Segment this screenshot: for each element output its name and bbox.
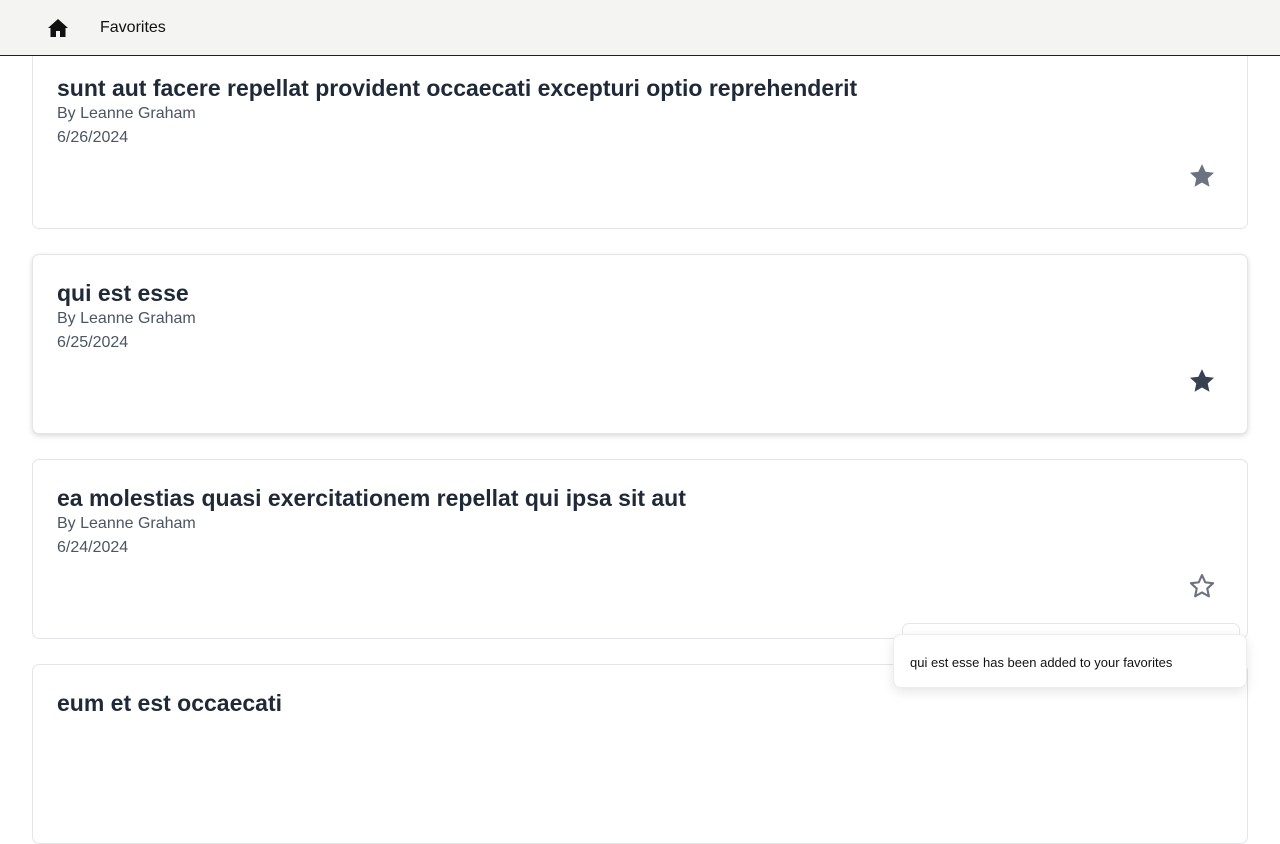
post-card: qui est esse By Leanne Graham 6/25/2024 <box>32 254 1248 434</box>
post-author: By Leanne Graham <box>57 515 196 532</box>
post-title: ea molestias quasi exercitationem repell… <box>57 485 686 511</box>
toast-message: qui est esse has been added to your favo… <box>910 655 1173 670</box>
navbar: Favorites <box>0 0 1280 56</box>
favorites-link[interactable]: Favorites <box>100 19 166 37</box>
post-title: qui est esse <box>57 280 189 306</box>
favorite-button[interactable] <box>1188 367 1216 395</box>
post-card: ea molestias quasi exercitationem repell… <box>32 459 1248 639</box>
post-date: 6/25/2024 <box>57 334 129 351</box>
post-card: sunt aut facere repellat provident occae… <box>32 49 1248 229</box>
star-filled-icon <box>1189 164 1215 187</box>
post-author: By Leanne Graham <box>57 105 196 122</box>
star-outline-icon <box>1189 573 1215 598</box>
star-filled-icon <box>1189 369 1215 392</box>
favorite-button[interactable] <box>1188 162 1216 190</box>
toast-notification: qui est esse has been added to your favo… <box>893 634 1247 688</box>
post-title: eum et est occaecati <box>57 690 283 716</box>
favorite-button[interactable] <box>1188 572 1216 600</box>
post-date: 6/24/2024 <box>57 539 129 556</box>
post-author: By Leanne Graham <box>57 310 196 327</box>
home-link[interactable] <box>47 18 69 38</box>
post-card: eum et est occaecati <box>32 664 1248 844</box>
post-title: sunt aut facere repellat provident occae… <box>57 75 858 101</box>
home-icon <box>48 19 68 37</box>
post-date: 6/26/2024 <box>57 129 129 146</box>
